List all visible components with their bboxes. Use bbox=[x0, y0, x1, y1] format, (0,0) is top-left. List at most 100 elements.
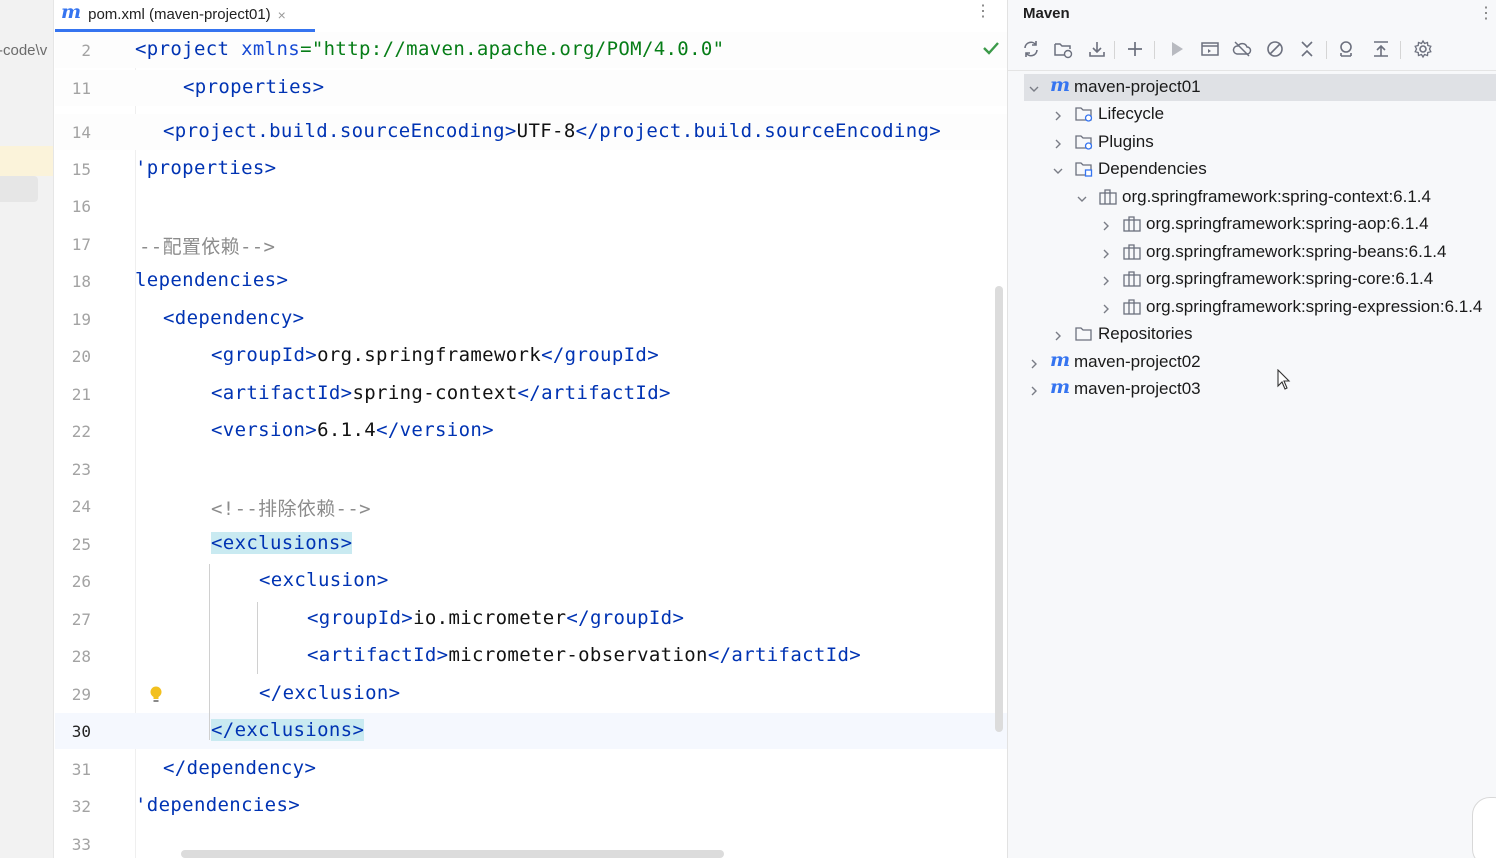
chevron-right-icon[interactable] bbox=[1100, 302, 1112, 314]
tree-node[interactable]: org.springframework:spring-expression:6.… bbox=[1008, 294, 1496, 321]
line-number: 23 bbox=[71, 460, 91, 479]
line-number: 28 bbox=[71, 647, 91, 666]
tree-node-label: org.springframework:spring-beans:6.1.4 bbox=[1146, 242, 1447, 261]
tree-node[interactable]: org.springframework:spring-beans:6.1.4 bbox=[1008, 239, 1496, 266]
code-line[interactable]: 21 <artifactId>spring-context</artifactId… bbox=[55, 376, 1007, 412]
mouse-cursor-icon bbox=[1277, 369, 1291, 390]
more-vertical-icon[interactable]: ⋮ bbox=[975, 3, 991, 25]
code-token: <dependency> bbox=[163, 307, 305, 329]
code-token: spring-context bbox=[352, 382, 518, 404]
maven-project-icon: m bbox=[1050, 74, 1071, 96]
tree-node[interactable]: org.springframework:spring-context:6.1.4 bbox=[1008, 184, 1496, 211]
code-editor[interactable]: m pom.xml (maven-project01) × ⋮ 2 <projec… bbox=[55, 0, 1007, 858]
library-icon bbox=[1122, 270, 1142, 288]
code-line[interactable]: 22 <version>6.1.4</version> bbox=[55, 413, 1007, 449]
chevron-right-icon[interactable] bbox=[1028, 384, 1040, 396]
skip-tests-icon[interactable] bbox=[1264, 38, 1286, 60]
code-line[interactable]: 29 </exclusion> bbox=[55, 676, 1007, 712]
code-token: <properties> bbox=[183, 76, 325, 98]
code-token: </artifactId> bbox=[517, 382, 671, 404]
code-line[interactable]: 28 <artifactId>micrometer-observation</ar… bbox=[55, 638, 1007, 674]
tree-node[interactable]: Repositories bbox=[1008, 321, 1496, 348]
vertical-scrollbar[interactable] bbox=[995, 286, 1003, 732]
chevron-right-icon[interactable] bbox=[1100, 219, 1112, 231]
code-token: UTF-8 bbox=[516, 120, 576, 142]
code-line[interactable]: 30 </exclusions> bbox=[55, 713, 1007, 749]
chevron-right-icon[interactable] bbox=[1028, 357, 1040, 369]
show-dependencies-icon[interactable] bbox=[1370, 38, 1392, 60]
code-area[interactable]: 2 <project xmlns="http://maven.apache.org… bbox=[55, 32, 1007, 858]
tree-node[interactable]: m maven-project03 bbox=[1008, 376, 1496, 403]
check-icon[interactable] bbox=[982, 40, 1000, 56]
code-line[interactable]: 32 'dependencies> bbox=[55, 788, 1007, 824]
code-token: <project bbox=[135, 38, 242, 60]
settings-icon[interactable] bbox=[1412, 38, 1434, 60]
tree-node[interactable]: m maven-project02 bbox=[1008, 349, 1496, 376]
code-line[interactable]: 19 <dependency> bbox=[55, 301, 1007, 337]
folder-icon bbox=[1074, 325, 1094, 343]
offline-icon[interactable] bbox=[1231, 38, 1253, 60]
code-line[interactable]: 31 </dependency> bbox=[55, 751, 1007, 787]
tree-node[interactable]: Lifecycle bbox=[1008, 101, 1496, 128]
more-vertical-icon[interactable]: ⋮ bbox=[1478, 3, 1494, 23]
code-token: </artifactId> bbox=[707, 644, 862, 666]
line-number: 21 bbox=[71, 385, 91, 404]
code-token: lependencies> bbox=[135, 269, 289, 291]
tab-pom-xml[interactable]: m pom.xml (maven-project01) × bbox=[55, 0, 315, 32]
chevron-down-icon[interactable] bbox=[1028, 82, 1040, 94]
code-line[interactable]: 18 lependencies> bbox=[55, 263, 1007, 299]
code-token: </exclusion> bbox=[259, 682, 401, 704]
tree-node[interactable]: org.springframework:spring-aop:6.1.4 bbox=[1008, 211, 1496, 238]
dependency-analyzer-icon[interactable] bbox=[1336, 38, 1358, 60]
code-line[interactable]: 24 <!--排除依赖--> bbox=[55, 488, 1007, 524]
code-line[interactable]: 20 <groupId>org.springframework</groupId> bbox=[55, 338, 1007, 374]
code-line[interactable]: 17 --配置依赖--> bbox=[55, 226, 1007, 262]
add-folder-icon[interactable] bbox=[1052, 38, 1074, 60]
chevron-right-icon[interactable] bbox=[1052, 109, 1064, 121]
code-line[interactable]: 14 <project.build.sourceEncoding>UTF-8</p… bbox=[55, 114, 1007, 150]
code-token: <artifactId> bbox=[307, 644, 449, 666]
code-text: <exclusion> bbox=[259, 569, 389, 591]
chevron-right-icon[interactable] bbox=[1052, 329, 1064, 341]
maven-panel-title: Maven bbox=[1023, 5, 1070, 22]
maven-file-icon: m bbox=[61, 1, 82, 23]
tree-node[interactable]: m maven-project01 bbox=[1024, 74, 1496, 101]
code-line[interactable]: 15 'properties> bbox=[55, 151, 1007, 187]
run-icon[interactable] bbox=[1166, 38, 1188, 60]
chevron-right-icon[interactable] bbox=[1052, 137, 1064, 149]
code-token: <version> bbox=[211, 419, 318, 441]
tree-node-label: org.springframework:spring-context:6.1.4 bbox=[1122, 187, 1431, 206]
download-icon[interactable] bbox=[1086, 38, 1108, 60]
code-line[interactable]: 23 bbox=[55, 451, 1007, 487]
code-line[interactable]: 25 <exclusions> bbox=[55, 526, 1007, 562]
horizontal-scrollbar[interactable] bbox=[181, 850, 724, 858]
code-line[interactable]: 11 <properties> bbox=[55, 70, 1007, 106]
code-line[interactable]: 2 <project xmlns="http://maven.apache.org… bbox=[55, 32, 1007, 68]
reload-icon[interactable] bbox=[1020, 38, 1042, 60]
code-line[interactable]: 16 bbox=[55, 188, 1007, 224]
chevron-down-icon[interactable] bbox=[1052, 164, 1064, 176]
indent-guide bbox=[209, 564, 210, 740]
plus-icon[interactable] bbox=[1124, 38, 1146, 60]
code-text: <exclusions> bbox=[211, 532, 353, 554]
code-token: </exclusions> bbox=[211, 719, 365, 741]
code-text: <artifactId>spring-context</artifactId> bbox=[211, 382, 671, 404]
code-line[interactable]: 26 <exclusion> bbox=[55, 563, 1007, 599]
code-text: <project.build.sourceEncoding>UTF-8</pro… bbox=[163, 120, 941, 142]
close-icon[interactable]: × bbox=[278, 7, 286, 23]
chevron-right-icon[interactable] bbox=[1100, 274, 1112, 286]
indent-guide bbox=[257, 602, 258, 674]
execute-goal-icon[interactable] bbox=[1199, 38, 1221, 60]
tree-node-label: org.springframework:spring-expression:6.… bbox=[1146, 297, 1483, 316]
tree-node[interactable]: Dependencies bbox=[1008, 156, 1496, 183]
collapse-icon[interactable] bbox=[1296, 38, 1318, 60]
floating-assistant-bubble[interactable] bbox=[1472, 797, 1496, 858]
tree-node[interactable]: org.springframework:spring-core:6.1.4 bbox=[1008, 266, 1496, 293]
line-number: 16 bbox=[71, 197, 91, 216]
chevron-down-icon[interactable] bbox=[1076, 192, 1088, 204]
code-line[interactable]: 27 <groupId>io.micrometer</groupId> bbox=[55, 601, 1007, 637]
lightbulb-icon[interactable] bbox=[148, 685, 164, 705]
tree-node-label: Dependencies bbox=[1098, 159, 1207, 178]
chevron-right-icon[interactable] bbox=[1100, 247, 1112, 259]
tree-node[interactable]: Plugins bbox=[1008, 129, 1496, 156]
